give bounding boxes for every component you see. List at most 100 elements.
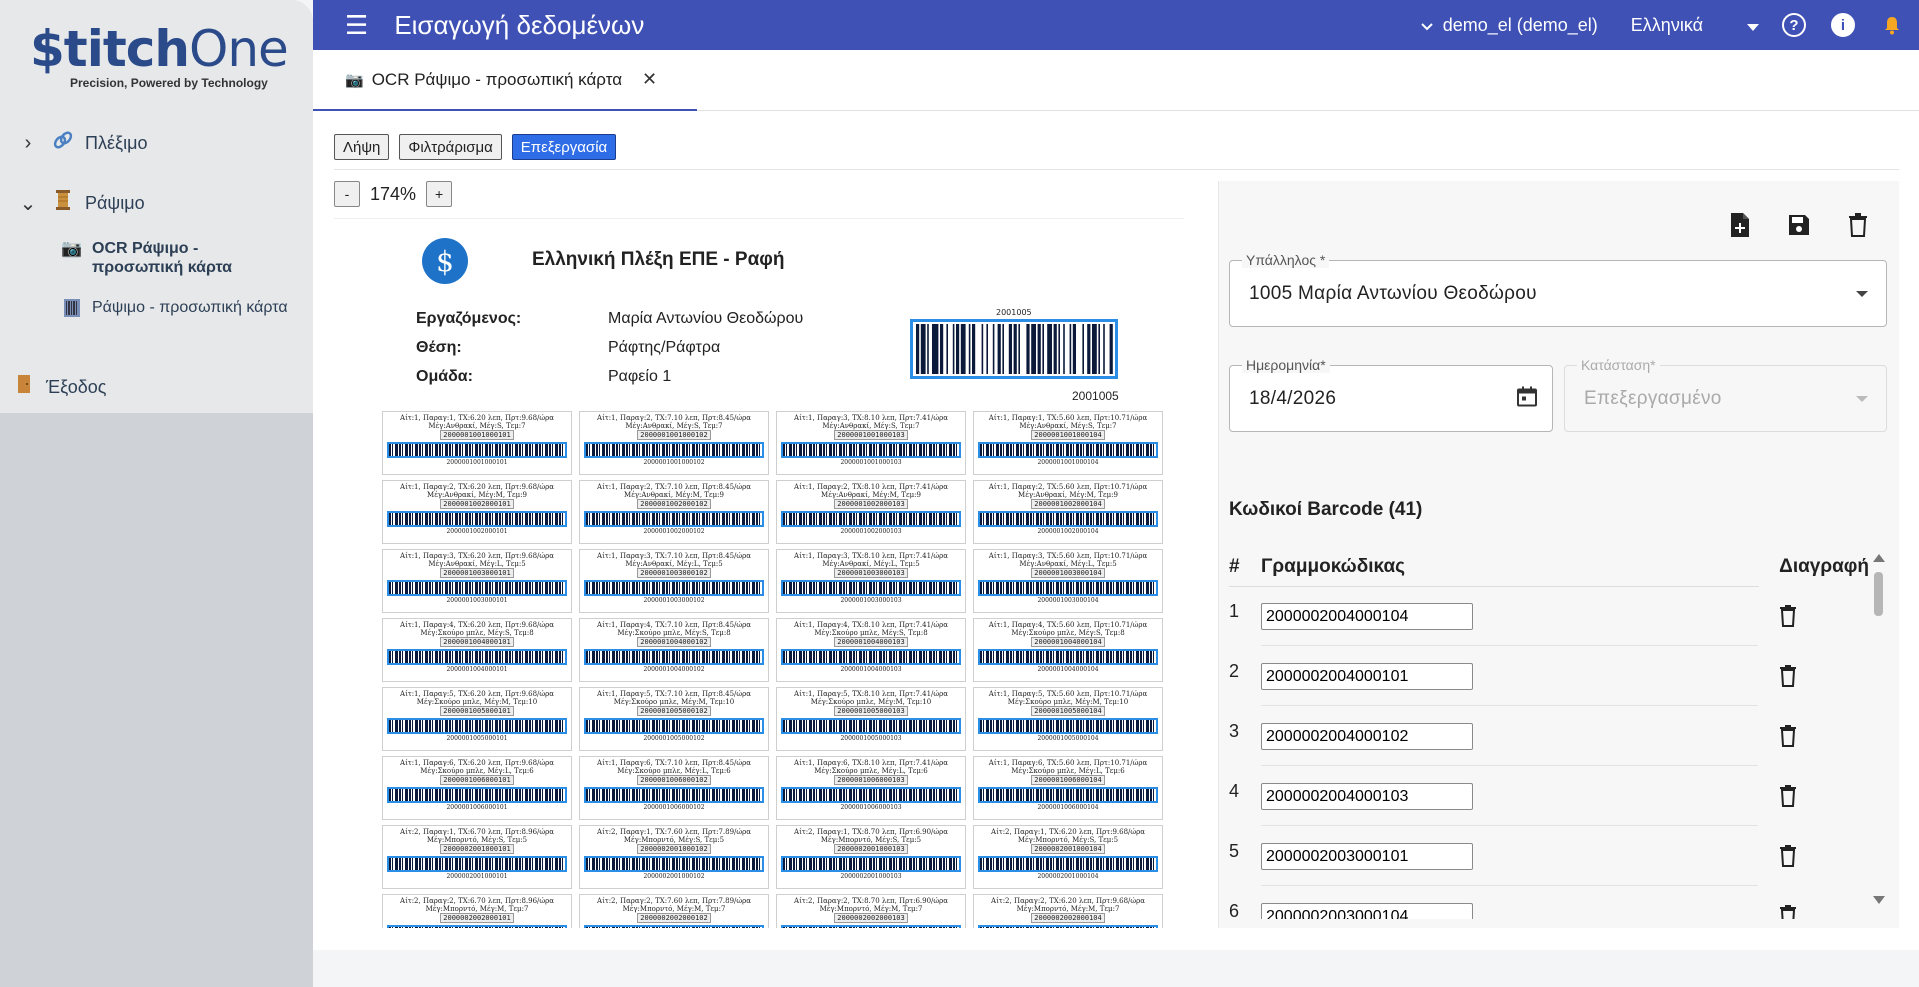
trash-icon[interactable] xyxy=(1779,785,1797,812)
logo-text-b: One xyxy=(188,19,289,78)
trash-icon[interactable] xyxy=(1779,845,1797,872)
card-barcode-number: 2001005 xyxy=(1072,389,1119,403)
barcodes-table-body[interactable]: 1 2 3 4 5 6 xyxy=(1229,589,1869,919)
sidebar-item-sewing[interactable]: ⌄ Ράψιμο xyxy=(0,173,313,233)
capture-button[interactable]: Λήψη xyxy=(334,134,390,160)
sidebar-subitem-ocr-card[interactable]: 📷 OCR Ράψιμο - προσωπική κάρτα xyxy=(0,239,313,299)
divider xyxy=(334,169,1899,170)
label-barcode xyxy=(781,718,961,734)
label-number: 2000001006000102 xyxy=(643,804,705,811)
employee-select[interactable]: Υπάλληλος * 1005 Μαρία Αντωνίου Θεοδώρου xyxy=(1229,252,1887,327)
process-button[interactable]: Επεξεργασία xyxy=(511,134,617,160)
sidebar-subitem-label: OCR Ράψιμο - προσωπική κάρτα xyxy=(92,240,232,276)
row-number: 4 xyxy=(1229,781,1240,801)
label-code: 2000001001000103 xyxy=(834,430,908,440)
barcode-input[interactable] xyxy=(1261,603,1473,630)
help-icon[interactable]: ? xyxy=(1779,10,1809,40)
menu-icon[interactable]: ☰ xyxy=(345,10,368,41)
label-barcode xyxy=(387,856,567,872)
row-divider xyxy=(1261,645,1758,646)
barcode-input[interactable] xyxy=(1261,903,1473,919)
label-code: 2000002001000102 xyxy=(637,844,711,854)
sidebar-subitem-card[interactable]: Ράψιμο - προσωπική κάρτα xyxy=(0,299,313,357)
scroll-thumb[interactable] xyxy=(1874,572,1883,616)
trash-icon[interactable] xyxy=(1779,905,1797,919)
scroll-up-icon[interactable] xyxy=(1873,554,1885,562)
delete-icon[interactable] xyxy=(1842,209,1874,241)
label-barcode xyxy=(978,925,1158,928)
label-code: 2000002002000101 xyxy=(440,913,514,923)
label-line-1: Αίτ:1, Παραγ:2, ΤΧ:6.20 λεπ, Πρτ:9.68/ώρ… xyxy=(400,483,554,491)
label-line-2: Μέγ:Ανθρακί, Μέγ:S, Τεμ:7 xyxy=(822,422,920,430)
close-icon[interactable]: ✕ xyxy=(642,69,657,90)
barcode-label: Αίτ:2, Παραγ:2, ΤΧ:6.70 λεπ, Πρτ:8.96/ώρ… xyxy=(382,894,572,928)
sidebar-item-exit[interactable]: Έξοδος xyxy=(0,357,313,417)
barcode-input[interactable] xyxy=(1261,843,1473,870)
label-line-1: Αίτ:2, Παραγ:2, ΤΧ:6.70 λεπ, Πρτ:8.96/ώρ… xyxy=(400,897,554,905)
label-barcode xyxy=(781,649,961,665)
position-label: Θέση: xyxy=(416,339,462,356)
label-barcode xyxy=(584,718,764,734)
trash-icon[interactable] xyxy=(1779,725,1797,752)
label-line-1: Αίτ:1, Παραγ:6, ΤΧ:6.20 λεπ, Πρτ:9.68/ώρ… xyxy=(400,759,554,767)
label-line-2: Μέγ:Σκούρο μπλε, Μέγ:M, Τεμ:10 xyxy=(810,698,932,706)
zoom-out-button[interactable]: - xyxy=(334,181,360,207)
label-line-2: Μέγ:Σκούρο μπλε, Μέγ:S, Τεμ:8 xyxy=(1011,629,1125,637)
card-barcode-small-text: 2001005 xyxy=(996,308,1032,317)
label-code: 2000001004000104 xyxy=(1031,637,1105,647)
barcode-input[interactable] xyxy=(1261,783,1473,810)
label-number: 2000002001000102 xyxy=(643,873,705,880)
label-barcode xyxy=(387,580,567,596)
label-number: 2000001002000102 xyxy=(643,528,705,535)
status-select-label: Κατάσταση* xyxy=(1577,357,1660,373)
label-barcode xyxy=(584,856,764,872)
label-code: 2000001002000101 xyxy=(440,499,514,509)
label-number: 2000001004000102 xyxy=(643,666,705,673)
label-code: 2000001001000101 xyxy=(440,430,514,440)
label-number: 2000001001000104 xyxy=(1037,459,1099,466)
zoom-in-button[interactable]: + xyxy=(426,181,453,207)
new-document-icon[interactable] xyxy=(1724,209,1756,241)
barcode-label: Αίτ:1, Παραγ:4, ΤΧ:8.10 λεπ, Πρτ:7.41/ώρ… xyxy=(776,618,966,682)
row-divider xyxy=(1261,825,1758,826)
barcode-label: Αίτ:1, Παραγ:3, ΤΧ:7.10 λεπ, Πρτ:8.45/ώρ… xyxy=(579,549,769,613)
language-selector[interactable]: Ελληνικά xyxy=(1631,15,1759,36)
chevron-down-icon: ⌄ xyxy=(19,192,37,215)
sidebar-item-knitting[interactable]: › Πλέξιμο xyxy=(0,113,313,173)
bell-icon[interactable] xyxy=(1877,10,1907,40)
date-field[interactable]: Ημερομηνία* 18/4/2026 xyxy=(1229,357,1553,432)
info-icon[interactable]: i xyxy=(1828,10,1858,40)
trash-icon[interactable] xyxy=(1779,605,1797,632)
save-icon[interactable] xyxy=(1783,209,1815,241)
label-line-1: Αίτ:1, Παραγ:2, ΤΧ:7.10 λεπ, Πρτ:8.45/ώρ… xyxy=(597,414,751,422)
label-number: 2000001001000103 xyxy=(840,459,902,466)
user-selector[interactable]: demo_el (demo_el) xyxy=(1420,15,1598,36)
barcode-label: Αίτ:2, Παραγ:1, ΤΧ:6.70 λεπ, Πρτ:8.96/ώρ… xyxy=(382,825,572,889)
scroll-down-icon[interactable] xyxy=(1873,896,1885,904)
barcode-input[interactable] xyxy=(1261,723,1473,750)
sidebar: $titchOne Precision, Powered by Technolo… xyxy=(0,0,313,987)
trash-icon[interactable] xyxy=(1779,665,1797,692)
filter-button[interactable]: Φιλτράρισμα xyxy=(399,134,502,160)
sidebar-item-label: Πλέξιμο xyxy=(85,132,148,153)
tab-label: OCR Ράψιμο - προσωπική κάρτα xyxy=(371,69,623,89)
label-line-1: Αίτ:2, Παραγ:2, ΤΧ:6.20 λεπ, Πρτ:9.68/ώρ… xyxy=(991,897,1145,905)
position-value: Ράφτης/Ράφτρα xyxy=(608,339,721,356)
barcodes-table-header: # Γραμμοκώδικας Διαγραφή xyxy=(1229,556,1869,586)
calendar-icon[interactable] xyxy=(1516,385,1538,412)
label-line-2: Μέγ:Μπορντό, Μέγ:S, Τεμ:5 xyxy=(820,836,922,844)
document-viewer[interactable]: $ Ελληνική Πλέξη ΕΠΕ - Ραφή Εργαζόμενος:… xyxy=(334,218,1184,928)
label-line-1: Αίτ:1, Παραγ:3, ΤΧ:8.10 λεπ, Πρτ:7.41/ώρ… xyxy=(794,552,948,560)
tab-ocr-card[interactable]: 📷 OCR Ράψιμο - προσωπική κάρτα ✕ xyxy=(313,50,697,111)
label-number: 2000001005000104 xyxy=(1037,735,1099,742)
barcode-input[interactable] xyxy=(1261,663,1473,690)
label-barcode xyxy=(584,925,764,928)
barcodes-scrollbar[interactable] xyxy=(1872,554,1886,904)
brand-logo[interactable]: $titchOne Precision, Powered by Technolo… xyxy=(0,0,313,113)
label-line-1: Αίτ:1, Παραγ:6, ΤΧ:7.10 λεπ, Πρτ:8.45/ώρ… xyxy=(597,759,751,767)
label-line-2: Μέγ:Σκούρο μπλε, Μέγ:L, Τεμ:6 xyxy=(617,767,731,775)
chevron-down-icon xyxy=(1856,395,1868,402)
label-line-1: Αίτ:1, Παραγ:5, ΤΧ:7.10 λεπ, Πρτ:8.45/ώρ… xyxy=(597,690,751,698)
date-field-value: 18/4/2026 xyxy=(1249,387,1337,409)
label-code: 2000001002000102 xyxy=(637,499,711,509)
